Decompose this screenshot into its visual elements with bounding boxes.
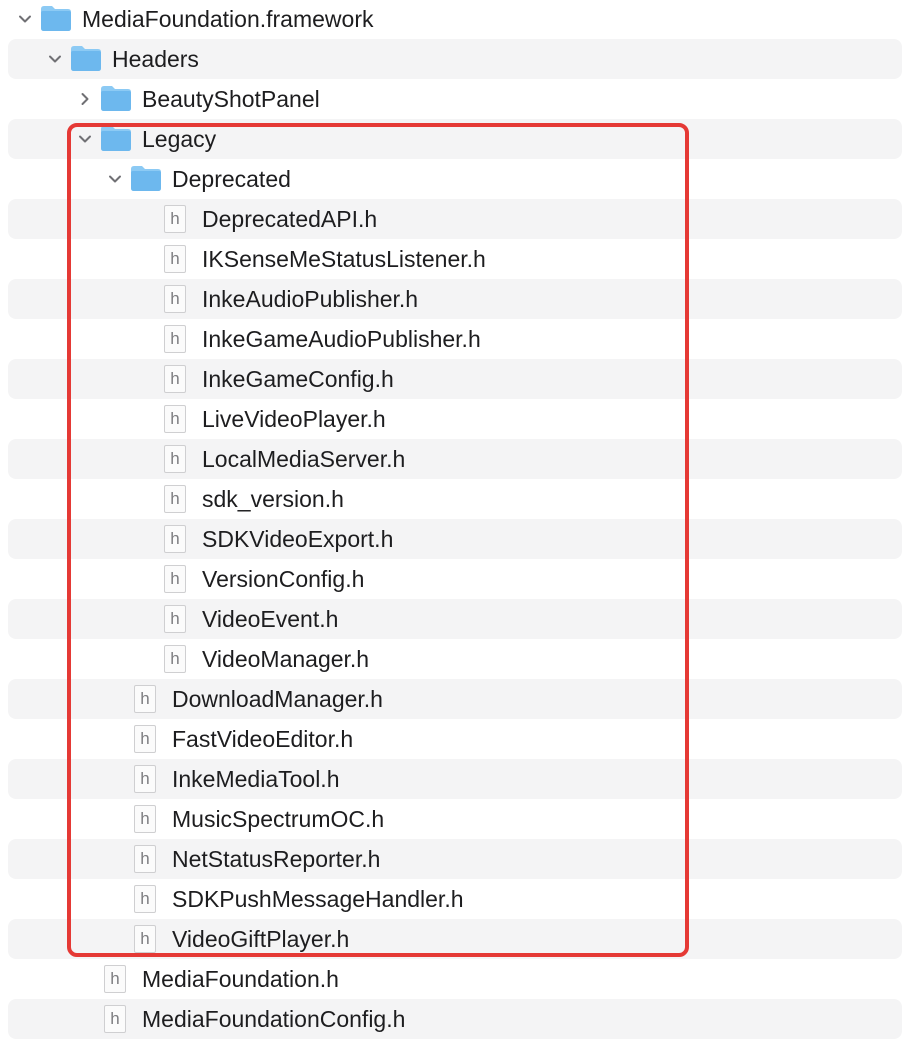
header-file-icon: h: [164, 445, 186, 473]
header-file-icon: h: [134, 725, 156, 753]
header-file-icon: h: [164, 245, 186, 273]
folder-icon: [130, 164, 162, 192]
chevron-down-icon[interactable]: [18, 12, 32, 26]
header-file-icon: h: [134, 685, 156, 713]
folder-row-deprecated[interactable]: Deprecated: [8, 159, 902, 199]
header-file-icon: h: [104, 1005, 126, 1033]
header-file-icon: h: [164, 605, 186, 633]
header-file-icon: h: [164, 325, 186, 353]
header-file-icon: h: [134, 765, 156, 793]
file-name-label: SDKVideoExport.h: [202, 526, 394, 552]
folder-name-label: Deprecated: [172, 166, 291, 192]
file-row-iksensemestatuslistener-h[interactable]: h IKSenseMeStatusListener.h: [8, 239, 902, 279]
header-file-icon: h: [134, 845, 156, 873]
file-row-localmediaserver-h[interactable]: h LocalMediaServer.h: [8, 439, 902, 479]
file-row-sdkpushmessagehandler-h[interactable]: h SDKPushMessageHandler.h: [8, 879, 902, 919]
file-name-label: IKSenseMeStatusListener.h: [202, 246, 486, 272]
file-name-label: DeprecatedAPI.h: [202, 206, 378, 232]
folder-row-mediafoundation-framework[interactable]: MediaFoundation.framework: [8, 0, 902, 39]
folder-icon: [100, 84, 132, 112]
header-file-icon: h: [164, 365, 186, 393]
file-name-label: MediaFoundationConfig.h: [142, 1006, 406, 1032]
file-row-videoevent-h[interactable]: h VideoEvent.h: [8, 599, 902, 639]
folder-name-label: BeautyShotPanel: [142, 86, 320, 112]
folder-row-legacy[interactable]: Legacy: [8, 119, 902, 159]
file-row-fastvideoeditor-h[interactable]: h FastVideoEditor.h: [8, 719, 902, 759]
header-file-icon: h: [164, 485, 186, 513]
file-row-mediafoundation-h[interactable]: h MediaFoundation.h: [8, 959, 902, 999]
header-file-icon: h: [134, 885, 156, 913]
file-row-videomanager-h[interactable]: h VideoManager.h: [8, 639, 902, 679]
folder-icon: [40, 4, 72, 32]
file-row-inkegameconfig-h[interactable]: h InkeGameConfig.h: [8, 359, 902, 399]
file-row-inkemediatool-h[interactable]: h InkeMediaTool.h: [8, 759, 902, 799]
file-name-label: LocalMediaServer.h: [202, 446, 406, 472]
header-file-icon: h: [134, 925, 156, 953]
file-name-label: InkeGameConfig.h: [202, 366, 394, 392]
folder-row-headers[interactable]: Headers: [8, 39, 902, 79]
file-row-mediafoundationconfig-h[interactable]: h MediaFoundationConfig.h: [8, 999, 902, 1039]
file-row-versionconfig-h[interactable]: h VersionConfig.h: [8, 559, 902, 599]
file-row-sdk-version-h[interactable]: h sdk_version.h: [8, 479, 902, 519]
file-name-label: InkeAudioPublisher.h: [202, 286, 419, 312]
folder-row-beautyshotpanel[interactable]: BeautyShotPanel: [8, 79, 902, 119]
header-file-icon: h: [104, 965, 126, 993]
file-name-label: VersionConfig.h: [202, 566, 365, 592]
header-file-icon: h: [164, 645, 186, 673]
file-name-label: FastVideoEditor.h: [172, 726, 354, 752]
file-name-label: InkeGameAudioPublisher.h: [202, 326, 481, 352]
file-row-downloadmanager-h[interactable]: h DownloadManager.h: [8, 679, 902, 719]
file-name-label: VideoGiftPlayer.h: [172, 926, 350, 952]
folder-icon: [70, 44, 102, 72]
folder-name-label: Headers: [112, 46, 199, 72]
file-row-inkeaudiopublisher-h[interactable]: h InkeAudioPublisher.h: [8, 279, 902, 319]
header-file-icon: h: [164, 405, 186, 433]
file-name-label: MediaFoundation.h: [142, 966, 339, 992]
file-name-label: InkeMediaTool.h: [172, 766, 340, 792]
header-file-icon: h: [164, 565, 186, 593]
file-name-label: VideoEvent.h: [202, 606, 339, 632]
folder-name-label: MediaFoundation.framework: [82, 6, 374, 32]
header-file-icon: h: [164, 525, 186, 553]
chevron-right-icon[interactable]: [78, 92, 92, 106]
chevron-down-icon[interactable]: [78, 132, 92, 146]
file-name-label: MusicSpectrumOC.h: [172, 806, 385, 832]
file-row-inkegameaudiopublisher-h[interactable]: h InkeGameAudioPublisher.h: [8, 319, 902, 359]
file-name-label: DownloadManager.h: [172, 686, 383, 712]
file-row-netstatusreporter-h[interactable]: h NetStatusReporter.h: [8, 839, 902, 879]
file-name-label: VideoManager.h: [202, 646, 370, 672]
header-file-icon: h: [164, 285, 186, 313]
file-row-livevideoplayer-h[interactable]: h LiveVideoPlayer.h: [8, 399, 902, 439]
file-name-label: LiveVideoPlayer.h: [202, 406, 386, 432]
file-name-label: NetStatusReporter.h: [172, 846, 381, 872]
file-row-videogiftplayer-h[interactable]: h VideoGiftPlayer.h: [8, 919, 902, 959]
folder-icon: [100, 124, 132, 152]
file-outline-view: MediaFoundation.framework Headers BeautySh…: [0, 0, 902, 1039]
header-file-icon: h: [134, 805, 156, 833]
file-row-sdkvideoexport-h[interactable]: h SDKVideoExport.h: [8, 519, 902, 559]
chevron-down-icon[interactable]: [48, 52, 62, 66]
header-file-icon: h: [164, 205, 186, 233]
file-name-label: sdk_version.h: [202, 486, 344, 512]
chevron-down-icon[interactable]: [108, 172, 122, 186]
file-row-musicspectrumoc-h[interactable]: h MusicSpectrumOC.h: [8, 799, 902, 839]
file-name-label: SDKPushMessageHandler.h: [172, 886, 464, 912]
folder-name-label: Legacy: [142, 126, 217, 152]
file-row-deprecatedapi-h[interactable]: h DeprecatedAPI.h: [8, 199, 902, 239]
